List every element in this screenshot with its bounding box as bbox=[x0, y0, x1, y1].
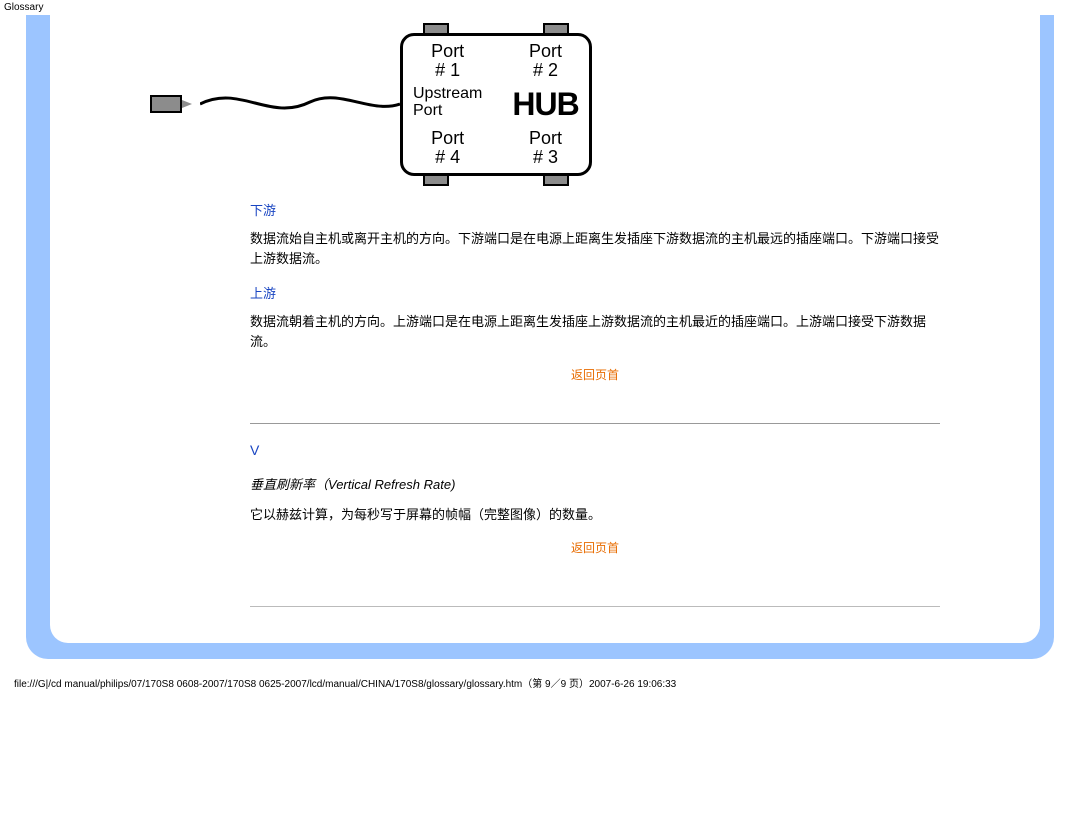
footer-path: file:///G|/cd manual/philips/07/170S8 06… bbox=[0, 669, 1080, 702]
hub-box: Port# 1 Port# 2 UpstreamPort HUB Port# 4… bbox=[400, 33, 592, 176]
para-downstream: 数据流始自主机或离开主机的方向。下游端口是在电源上距离生发插座下游数据流的主机最… bbox=[250, 229, 940, 269]
page-header: Glossary bbox=[0, 0, 1080, 15]
heading-vrr: 垂直刷新率（Vertical Refresh Rate) bbox=[250, 474, 940, 493]
cable-line-icon bbox=[200, 84, 400, 124]
hub-label: HUB bbox=[512, 86, 578, 123]
hub-connector-icon bbox=[543, 23, 569, 35]
return-top-link-wrapper: 返回页首 bbox=[250, 366, 940, 383]
usb-plug-icon bbox=[150, 95, 200, 113]
heading-downstream: 下游 bbox=[250, 200, 940, 219]
heading-upstream: 上游 bbox=[250, 283, 940, 302]
hub-connector-icon bbox=[423, 174, 449, 186]
content-panel: Port# 1 Port# 2 UpstreamPort HUB Port# 4… bbox=[50, 15, 1040, 643]
port-3-label: Port# 3 bbox=[512, 129, 578, 167]
para-upstream: 数据流朝着主机的方向。上游端口是在电源上距离生发插座上游数据流的主机最近的插座端… bbox=[250, 312, 940, 352]
footer-divider bbox=[250, 606, 940, 607]
divider bbox=[250, 423, 940, 424]
port-2-label: Port# 2 bbox=[512, 42, 578, 80]
port-4-label: Port# 4 bbox=[413, 129, 482, 167]
return-top-link[interactable]: 返回页首 bbox=[571, 368, 619, 382]
hub-connector-icon bbox=[543, 174, 569, 186]
hub-diagram: Port# 1 Port# 2 UpstreamPort HUB Port# 4… bbox=[150, 33, 940, 176]
return-top-link-wrapper: 返回页首 bbox=[250, 539, 940, 556]
letter-v-heading: V bbox=[250, 442, 940, 458]
outer-frame: Port# 1 Port# 2 UpstreamPort HUB Port# 4… bbox=[26, 15, 1054, 659]
upstream-port-label: UpstreamPort bbox=[413, 86, 482, 123]
port-1-label: Port# 1 bbox=[413, 42, 482, 80]
para-vrr: 它以赫兹计算，为每秒写于屏幕的帧幅（完整图像）的数量。 bbox=[250, 505, 940, 525]
hub-connector-icon bbox=[423, 23, 449, 35]
return-top-link[interactable]: 返回页首 bbox=[571, 541, 619, 555]
